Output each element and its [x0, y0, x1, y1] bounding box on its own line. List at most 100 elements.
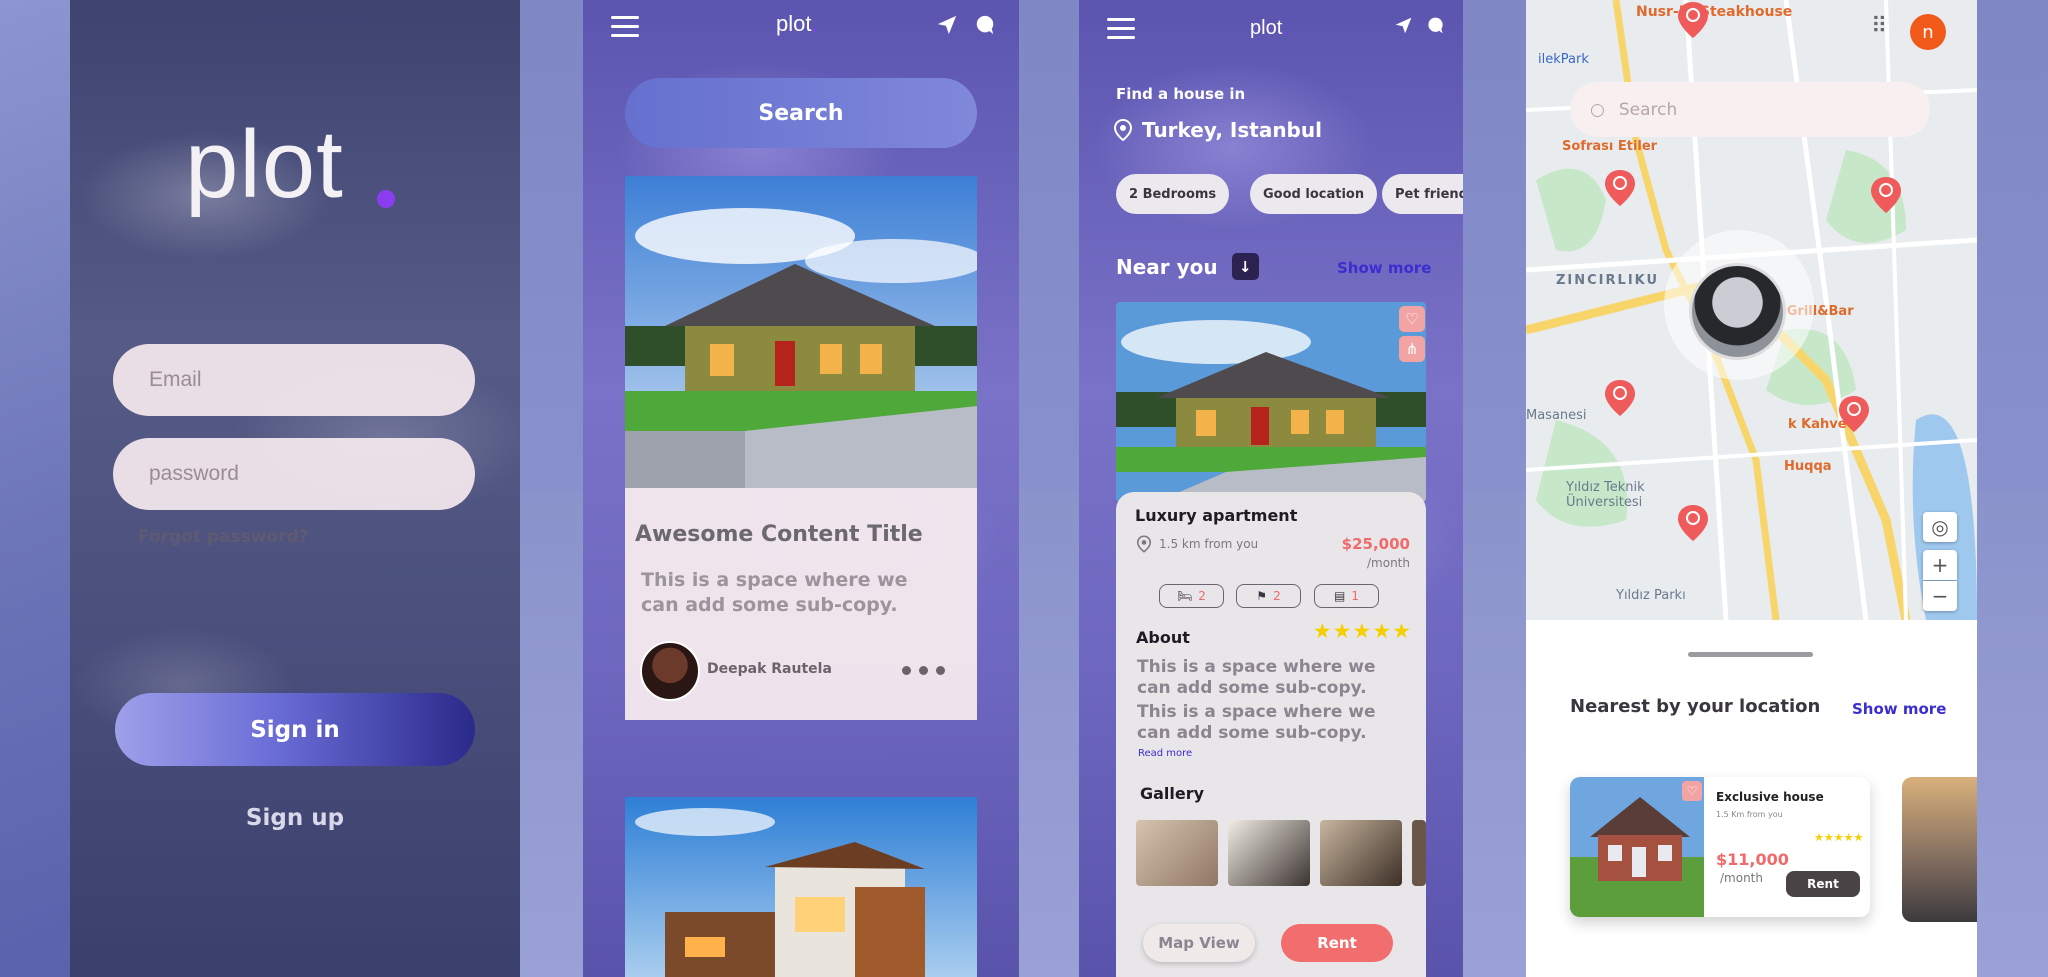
gallery-thumb[interactable]: [1136, 820, 1218, 886]
map-pin-icon[interactable]: [1836, 394, 1872, 434]
author-avatar[interactable]: [640, 641, 700, 701]
map-label-park-yildiz: Yıldız Parkı: [1616, 588, 1686, 603]
rating-stars: ★★★★★: [1814, 831, 1864, 844]
map-label-district: ZINCIRLIKU: [1556, 273, 1660, 288]
listing-card-next[interactable]: [1902, 777, 1977, 922]
nearest-heading: Nearest by your location: [1570, 696, 1821, 717]
bed-icon: 🛏: [1177, 589, 1193, 603]
rent-button[interactable]: Rent: [1281, 924, 1393, 962]
chat-icon[interactable]: [1426, 16, 1445, 40]
listing-price: $11,000: [1716, 850, 1789, 869]
app-logo: plot: [185, 111, 344, 218]
map-pin-icon[interactable]: [1602, 378, 1638, 418]
about-text-2: This is a space where we can add some su…: [1137, 702, 1376, 743]
listing-title: Exclusive house: [1716, 790, 1824, 804]
rent-button[interactable]: Rent: [1786, 871, 1860, 897]
location-selector[interactable]: Turkey, Istanbul: [1114, 118, 1322, 142]
location-pin-icon: [1114, 119, 1132, 141]
listing-title: Luxury apartment: [1135, 506, 1298, 525]
forgot-password-link[interactable]: Forgot password?: [138, 527, 309, 547]
door-icon: ▤: [1334, 589, 1346, 603]
more-options-icon[interactable]: [902, 666, 945, 675]
chip-bedrooms[interactable]: 2 Bedrooms: [1116, 174, 1230, 214]
menu-icon[interactable]: [611, 16, 639, 38]
apps-grid-icon[interactable]: ⠿: [1871, 14, 1899, 42]
map-pin-icon[interactable]: [1868, 175, 1904, 215]
sign-in-button[interactable]: Sign in: [115, 693, 475, 766]
content-card[interactable]: Awesome Content Title This is a space wh…: [625, 488, 977, 720]
house-photo-2[interactable]: [625, 797, 977, 977]
listing-card[interactable]: ♡ Exclusive house 1.5 Km from you ★★★★★ …: [1570, 777, 1870, 917]
show-more-link[interactable]: Show more: [1337, 259, 1431, 277]
rating-stars: ★★★★★: [1312, 619, 1412, 643]
map-pin-icon[interactable]: [1675, 503, 1711, 543]
password-field[interactable]: password: [113, 438, 475, 510]
chip-pet-friendly[interactable]: Pet friendly: [1382, 174, 1463, 214]
distance-text: 1.5 km from you: [1159, 537, 1259, 551]
email-field[interactable]: Email: [113, 344, 475, 416]
user-avatar[interactable]: [1689, 263, 1786, 360]
listing-price: $25,000: [1341, 535, 1410, 553]
author-name[interactable]: Deepak Rautela: [707, 661, 832, 677]
sign-up-link[interactable]: Sign up: [70, 805, 520, 831]
sort-down-icon[interactable]: ↓: [1231, 253, 1259, 280]
price-period: /month: [1367, 556, 1410, 570]
gallery-thumb[interactable]: [1320, 820, 1402, 886]
location-pin-icon: [1137, 535, 1151, 553]
house-photo[interactable]: [625, 176, 977, 488]
menu-icon[interactable]: [1107, 18, 1135, 40]
backdrop-left: [0, 0, 70, 977]
map-label-huqqa: Huqqa: [1784, 459, 1832, 474]
listing-photo[interactable]: [1116, 302, 1426, 502]
feed-screen: plot. Search Awesome Content Title This …: [583, 0, 1019, 977]
baths-count: ⚑ 2: [1236, 584, 1301, 608]
zoom-in-icon[interactable]: +: [1923, 550, 1957, 580]
map-label-university: Yıldız Teknik Üniversitesi: [1566, 480, 1645, 510]
detail-screen: plot. Find a house in Turkey, Istanbul 2…: [1079, 0, 1463, 977]
gallery-thumb[interactable]: [1412, 820, 1426, 886]
gallery-thumb[interactable]: [1228, 820, 1310, 886]
listing-detail-card: Luxury apartment 1.5 km from you $25,000…: [1116, 492, 1426, 977]
price-period: /month: [1720, 871, 1763, 885]
send-icon[interactable]: [1394, 16, 1413, 40]
sheet-handle[interactable]: [1688, 652, 1813, 657]
near-you-header: Near you ↓: [1116, 253, 1259, 280]
map-pin-icon[interactable]: [1602, 168, 1638, 208]
search-icon: ○: [1590, 99, 1605, 120]
map-label-sofrasi: Sofrası Etiler: [1562, 139, 1658, 154]
about-text-1: This is a space where we can add some su…: [1137, 657, 1376, 698]
read-more-link[interactable]: Read more: [1138, 748, 1192, 759]
flag-icon: ⚑: [1256, 589, 1268, 603]
card-subtitle: This is a space where we can add some su…: [641, 569, 908, 616]
account-avatar[interactable]: n: [1910, 14, 1946, 50]
map-label-masanesi: Masanesi: [1526, 408, 1587, 423]
favorite-heart-icon[interactable]: ♡: [1399, 306, 1425, 332]
near-you-label: Near you: [1116, 254, 1218, 279]
brand-logo: plot.: [776, 11, 818, 36]
map-view[interactable]: Nusr-Et Steakhouse ilekPark Sofrası Etil…: [1526, 0, 1977, 620]
favorite-heart-icon[interactable]: ♡: [1682, 781, 1702, 801]
send-icon[interactable]: [936, 14, 958, 41]
logo-dot: [377, 190, 395, 208]
bottom-sheet[interactable]: Nearest by your location Show more ♡ Exc…: [1526, 622, 1977, 977]
share-icon[interactable]: ⋔: [1399, 336, 1425, 362]
rooms-count: ▤ 1: [1314, 584, 1379, 608]
brand-logo: plot.: [1250, 17, 1288, 39]
chip-good-location[interactable]: Good location: [1250, 174, 1378, 214]
about-heading: About: [1136, 628, 1190, 647]
location-text: Turkey, Istanbul: [1142, 118, 1322, 142]
listing-distance: 1.5 km from you: [1137, 535, 1258, 553]
find-house-label: Find a house in: [1116, 85, 1246, 103]
search-button[interactable]: Search: [625, 78, 977, 148]
map-search-input[interactable]: ○ Search: [1570, 82, 1930, 137]
zoom-out-icon[interactable]: −: [1923, 581, 1957, 611]
login-screen: plot Email password Forgot password? Sig…: [70, 0, 520, 977]
map-label-steakhouse: Nusr-Et Steakhouse: [1636, 4, 1793, 20]
my-location-icon[interactable]: ◎: [1923, 512, 1957, 542]
show-more-link[interactable]: Show more: [1852, 700, 1946, 718]
card-title: Awesome Content Title: [635, 522, 923, 547]
gallery-heading: Gallery: [1140, 784, 1205, 803]
map-pin-icon[interactable]: [1675, 0, 1711, 40]
map-view-button[interactable]: Map View: [1143, 924, 1255, 962]
chat-icon[interactable]: [974, 14, 996, 41]
